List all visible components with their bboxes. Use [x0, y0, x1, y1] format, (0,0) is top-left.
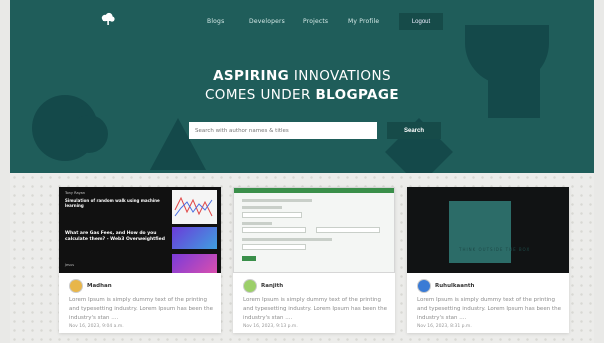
- avatar: [417, 279, 431, 293]
- hero-headline-line2: COMES UNDER BLOGPAGE: [10, 87, 594, 103]
- thumb-meta: Jesus: [65, 263, 75, 267]
- thumb-chart-image: [172, 190, 217, 224]
- thumb-question: What are Gas Fees, and How do you calcul…: [65, 231, 165, 242]
- thumb-line: [242, 222, 272, 225]
- card-author[interactable]: Ranjith: [261, 283, 283, 289]
- hero-banner: Blogs Developers Projects My Profile Log…: [10, 0, 594, 173]
- thumb-title: Simulation of random walk using machine …: [65, 198, 160, 208]
- hero-headline-bold-2: BLOGPAGE: [315, 87, 400, 103]
- nav-link-my-profile[interactable]: My Profile: [348, 18, 379, 25]
- card-date: Nov 16, 2023, 9:04 a.m.: [69, 324, 124, 329]
- card-excerpt: Lorem Ipsum is simply dummy text of the …: [69, 297, 213, 321]
- nav-link-projects[interactable]: Projects: [303, 18, 328, 25]
- avatar: [69, 279, 83, 293]
- avatar: [243, 279, 257, 293]
- logout-button[interactable]: Logout: [399, 13, 443, 30]
- card-date: Nov 16, 2023, 9:13 p.m.: [243, 324, 298, 329]
- blog-card-thumbnail: [233, 187, 395, 273]
- thumb-field: [242, 212, 302, 218]
- blog-card-thumbnail: Tony Rayan Simulation of random walk usi…: [59, 187, 221, 273]
- thumb-line: [242, 238, 332, 241]
- decor-circle-small: [70, 115, 108, 153]
- top-navbar: Blogs Developers Projects My Profile Log…: [10, 0, 594, 42]
- thumb-gradient-image: [172, 227, 217, 249]
- site-logo-icon[interactable]: [100, 11, 116, 27]
- nav-link-blogs[interactable]: Blogs: [207, 18, 224, 25]
- hero-headline-rest-2: COMES UNDER: [204, 87, 316, 103]
- hero-headline-rest-1: INNOVATIONS: [289, 68, 391, 84]
- blog-card[interactable]: THINK OUTSIDE THE BOX Ruhulkaanth Lorem …: [407, 187, 569, 333]
- blog-card-thumbnail: THINK OUTSIDE THE BOX: [407, 187, 569, 273]
- card-author[interactable]: Ruhulkaanth: [435, 283, 474, 289]
- search-input[interactable]: [189, 122, 377, 139]
- blog-card[interactable]: Tony Rayan Simulation of random walk usi…: [59, 187, 221, 333]
- thumb-teal-square: [449, 201, 511, 263]
- hero-headline-bold-1: ASPIRING: [213, 68, 290, 84]
- nav-link-developers[interactable]: Developers: [249, 18, 285, 25]
- thumb-field: [316, 227, 380, 233]
- hero-headline-line1: ASPIRING INNOVATIONS: [10, 68, 594, 84]
- thumb-field: [242, 227, 306, 233]
- card-date: Nov 16, 2023, 8:31 p.m.: [417, 324, 472, 329]
- thumb-chart-lines: [174, 196, 213, 217]
- thumb-gradient-image: [172, 254, 217, 273]
- blog-card[interactable]: Ranjith Lorem Ipsum is simply dummy text…: [233, 187, 395, 333]
- thumb-field: [242, 244, 306, 250]
- search-button[interactable]: Search: [387, 122, 441, 139]
- thumb-button: [242, 256, 256, 261]
- card-excerpt: Lorem Ipsum is simply dummy text of the …: [243, 297, 387, 321]
- card-author[interactable]: Madhan: [87, 283, 112, 289]
- card-excerpt: Lorem Ipsum is simply dummy text of the …: [417, 297, 561, 321]
- thumb-line: [242, 199, 312, 202]
- thumb-topbar: [234, 188, 394, 193]
- thumb-line: [242, 206, 282, 209]
- thumb-caption: THINK OUTSIDE THE BOX: [459, 247, 531, 252]
- thumb-header: Tony Rayan: [65, 191, 86, 195]
